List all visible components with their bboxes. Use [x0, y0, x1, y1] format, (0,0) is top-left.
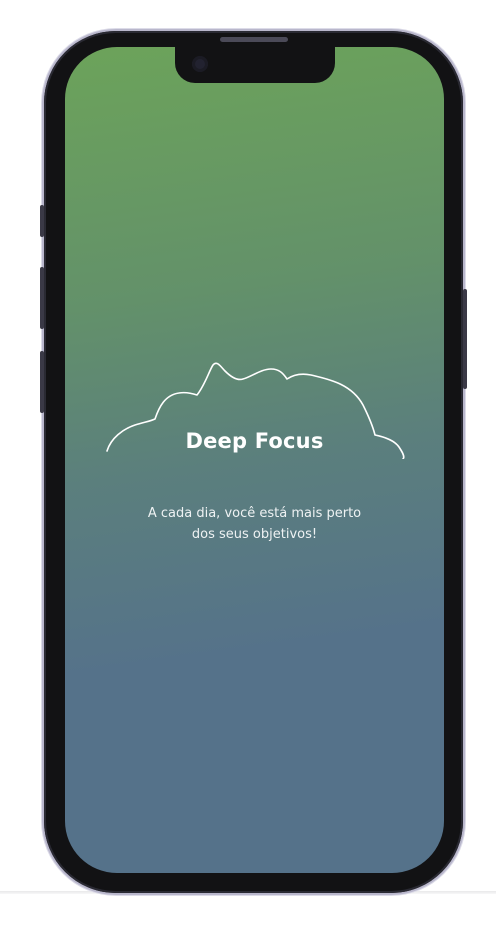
splash-screen: Deep Focus A cada dia, você está mais pe…	[65, 47, 444, 873]
volume-up-button	[40, 267, 44, 329]
app-title: Deep Focus	[185, 429, 324, 453]
front-camera	[192, 56, 208, 72]
mute-switch	[40, 205, 44, 237]
earpiece-speaker	[220, 37, 288, 42]
volume-down-button	[40, 351, 44, 413]
power-button	[463, 289, 467, 389]
tagline-line-2: dos seus objetivos!	[191, 527, 318, 542]
tagline: A cada dia, você está mais perto dos seu…	[105, 503, 404, 545]
tagline-line-1: A cada dia, você está mais perto	[147, 506, 362, 521]
splash-stage: Deep Focus A cada dia, você está mais pe…	[0, 0, 496, 927]
phone-frame: Deep Focus A cada dia, você está mais pe…	[40, 31, 467, 893]
